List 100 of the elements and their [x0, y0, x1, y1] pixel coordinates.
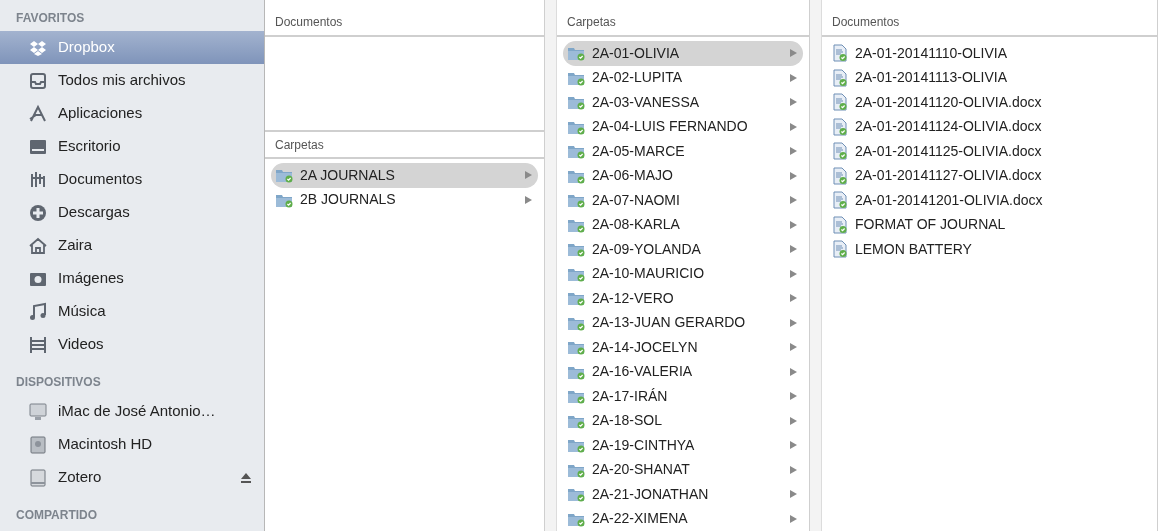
sidebar-item[interactable]: Documentos [0, 163, 264, 196]
column-resize-bar[interactable] [810, 0, 822, 531]
sidebar-item[interactable]: Zotero [0, 461, 264, 494]
file-name: 2A-04-LUIS FERNANDO [592, 117, 749, 137]
folder-icon [567, 94, 585, 111]
column-header: Documentos [265, 8, 544, 37]
file-list-item[interactable]: 2A-01-20141113-OLIVIA [828, 65, 1151, 90]
eject-icon[interactable] [240, 471, 252, 484]
expand-arrow-icon [525, 195, 532, 204]
sidebar-item-label: Videos [58, 334, 105, 355]
apps-icon [28, 103, 48, 124]
file-list-item[interactable]: 2A-12-VERO [563, 286, 803, 311]
sidebar-item[interactable]: Todos mis archivos [0, 64, 264, 97]
file-name: 2A JOURNALS [300, 165, 396, 185]
file-list-item[interactable]: 2A-01-20141127-OLIVIA.docx [828, 163, 1151, 188]
document-icon [832, 44, 848, 63]
file-list-item[interactable]: 2A-14-JOCELYN [563, 335, 803, 360]
file-name: 2A-12-VERO [592, 288, 675, 308]
document-icon [832, 68, 848, 87]
file-list-item[interactable]: 2A-10-MAURICIO [563, 261, 803, 286]
sidebar-item[interactable]: Escritorio [0, 130, 264, 163]
file-name: 2A-01-20141124-OLIVIA.docx [855, 117, 1043, 137]
file-name: LEMON BATTERY [855, 239, 973, 259]
folder-icon [567, 45, 585, 62]
sidebar-item[interactable]: Zaira [0, 229, 264, 262]
file-list-item[interactable]: FORMAT OF JOURNAL [828, 212, 1151, 237]
sidebar-item[interactable]: Imágenes [0, 262, 264, 295]
file-list-item[interactable]: LEMON BATTERY [828, 237, 1151, 262]
sidebar-item[interactable]: Macintosh HD [0, 428, 264, 461]
file-list-item[interactable]: 2A-04-LUIS FERNANDO [563, 114, 803, 139]
sidebar-item-label: iMac de José Antonio… [58, 401, 217, 422]
file-list-item[interactable]: 2A-01-20141201-OLIVIA.docx [828, 188, 1151, 213]
column-header: Carpetas [265, 130, 544, 159]
sidebar-heading: DISPOSITIVOS [15, 374, 102, 391]
file-name: 2A-22-XIMENA [592, 509, 689, 529]
expand-arrow-icon [790, 245, 797, 254]
file-list-item[interactable]: 2A-21-JONATHAN [563, 482, 803, 507]
expand-arrow-icon [790, 122, 797, 131]
column-resize-bar[interactable] [545, 0, 557, 531]
file-name: 2A-07-NAOMI [592, 190, 681, 210]
folder-icon [567, 339, 585, 356]
sidebar-item[interactable]: Videos [0, 328, 264, 361]
document-icon [832, 93, 848, 112]
file-list-item[interactable]: 2B JOURNALS [271, 187, 538, 212]
file-list-item[interactable]: 2A-13-JUAN GERARDO [563, 310, 803, 335]
file-name: 2A-17-IRÁN [592, 386, 669, 406]
file-name: 2A-05-MARCE [592, 141, 686, 161]
file-name: 2A-14-JOCELYN [592, 337, 699, 357]
sidebar-item[interactable]: Descargas [0, 196, 264, 229]
document-icon [832, 142, 848, 161]
file-list-item[interactable]: 2A-20-SHANAT [563, 457, 803, 482]
file-list-item[interactable]: 2A-01-20141125-OLIVIA.docx [828, 139, 1151, 164]
file-list-item[interactable]: 2A-09-YOLANDA [563, 237, 803, 262]
file-name: FORMAT OF JOURNAL [855, 215, 1007, 235]
file-list-item[interactable]: 2A-03-VANESSA [563, 90, 803, 115]
folder-icon [567, 241, 585, 258]
sidebar-item-label: Descargas [58, 202, 131, 223]
file-name: 2A-01-20141127-OLIVIA.docx [855, 166, 1043, 186]
sidebar-item-label: Música [58, 301, 107, 322]
file-list-item[interactable]: 2A-01-20141124-OLIVIA.docx [828, 114, 1151, 139]
document-icon [832, 215, 848, 234]
file-list-item[interactable]: 2A-01-OLIVIA [563, 41, 803, 66]
expand-arrow-icon [790, 318, 797, 327]
folder-icon [567, 290, 585, 307]
file-list-item[interactable]: 2A-19-CINTHYA [563, 433, 803, 458]
download-icon [28, 202, 48, 223]
document-icon [832, 117, 848, 136]
sidebar-item[interactable]: Música [0, 295, 264, 328]
sidebar-item[interactable]: iMac de José Antonio… [0, 395, 264, 428]
expand-arrow-icon [790, 343, 797, 352]
file-list-item[interactable]: 2A-17-IRÁN [563, 384, 803, 409]
drive-icon [28, 467, 48, 488]
file-list-item[interactable]: 2A-06-MAJO [563, 163, 803, 188]
expand-arrow-icon [790, 441, 797, 450]
expand-arrow-icon [525, 171, 532, 180]
file-list-item[interactable]: 2A-22-XIMENA [563, 506, 803, 531]
sidebar-item[interactable]: Aplicaciones [0, 97, 264, 130]
file-list-item[interactable]: 2A-08-KARLA [563, 212, 803, 237]
file-list-item[interactable]: 2A-18-SOL [563, 408, 803, 433]
folder-icon [567, 388, 585, 405]
file-list-item[interactable]: 2A-02-LUPITA [563, 65, 803, 90]
file-list-item[interactable]: 2A-07-NAOMI [563, 188, 803, 213]
sidebar-item-label: Escritorio [58, 136, 122, 157]
document-icon [832, 166, 848, 185]
file-list-item[interactable]: 2A JOURNALS [271, 163, 538, 188]
file-list-item[interactable]: 2A-01-20141110-OLIVIA [828, 41, 1151, 66]
file-list-item[interactable]: 2A-05-MARCE [563, 139, 803, 164]
expand-arrow-icon [790, 73, 797, 82]
file-name: 2A-01-20141201-OLIVIA.docx [855, 190, 1044, 210]
file-name: 2A-01-20141113-OLIVIA [855, 68, 1009, 88]
file-name: 2A-01-20141110-OLIVIA [855, 43, 1009, 63]
file-name: 2A-01-20141125-OLIVIA.docx [855, 141, 1043, 161]
expand-arrow-icon [790, 514, 797, 523]
file-name: 2A-03-VANESSA [592, 92, 701, 112]
expand-arrow-icon [790, 490, 797, 499]
file-list-item[interactable]: 2A-01-20141120-OLIVIA.docx [828, 90, 1151, 115]
file-list-item[interactable]: 2A-16-VALERIA [563, 359, 803, 384]
file-name: 2A-16-VALERIA [592, 362, 694, 382]
file-name: 2A-01-OLIVIA [592, 43, 681, 63]
sidebar-item-label: Todos mis archivos [58, 70, 187, 91]
